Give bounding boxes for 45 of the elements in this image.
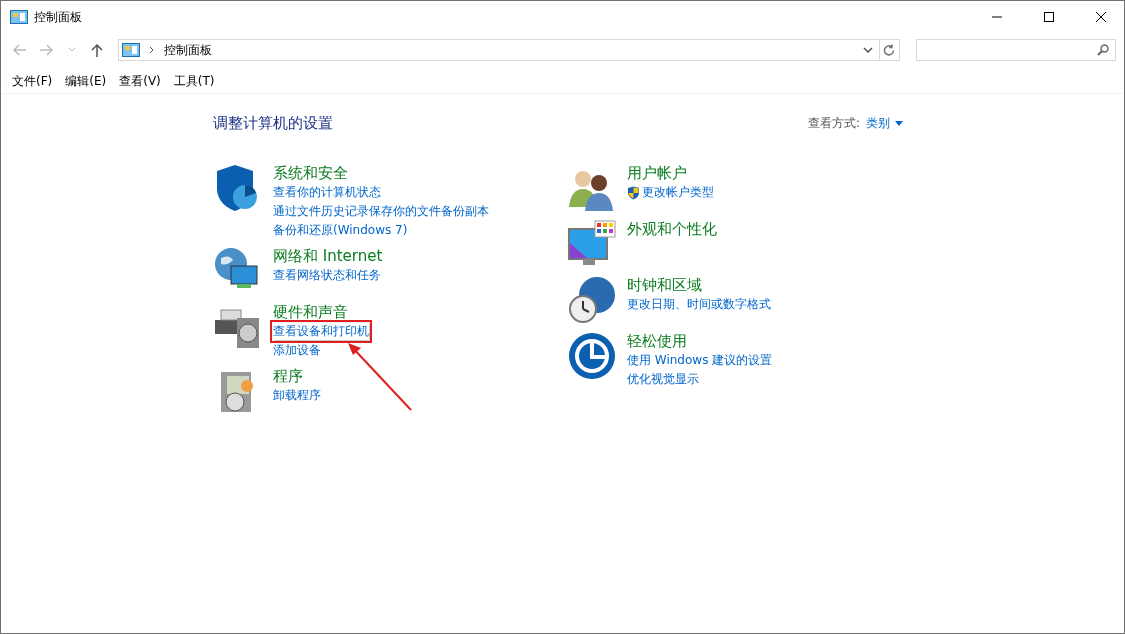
category-link[interactable]: 查看设备和打印机 bbox=[273, 323, 369, 340]
view-by-dropdown[interactable]: 类别 bbox=[866, 115, 903, 132]
breadcrumb[interactable]: 控制面板 bbox=[164, 41, 863, 59]
category-link[interactable]: 查看你的计算机状态 bbox=[273, 184, 381, 201]
menu-item[interactable]: 查看(V) bbox=[114, 70, 166, 92]
chevron-icon bbox=[149, 46, 156, 54]
forward-arrow-icon bbox=[38, 44, 53, 56]
search-icon bbox=[1097, 44, 1109, 56]
window-title: 控制面板 bbox=[34, 8, 83, 26]
category-title[interactable]: 用户帐户 bbox=[627, 163, 687, 183]
category-link[interactable]: 更改帐户类型 bbox=[642, 184, 714, 201]
back-arrow-icon bbox=[12, 44, 27, 56]
category-title[interactable]: 外观和个性化 bbox=[627, 219, 717, 239]
category-title[interactable]: 网络和 Internet bbox=[273, 246, 383, 266]
chevron-down-icon bbox=[67, 47, 76, 53]
up-arrow-icon bbox=[91, 43, 104, 57]
category-title[interactable]: 时钟和区域 bbox=[627, 275, 702, 295]
control-panel-icon bbox=[10, 10, 28, 24]
category-link[interactable]: 优化视觉显示 bbox=[627, 371, 699, 388]
menu-item[interactable]: 文件(F) bbox=[7, 70, 58, 92]
caret-icon bbox=[895, 121, 903, 126]
globe-clock-icon bbox=[567, 275, 617, 325]
category-title[interactable]: 程序 bbox=[273, 366, 303, 386]
menu-item[interactable]: 工具(T) bbox=[168, 70, 220, 92]
category-link[interactable]: 使用 Windows 建议的设置 bbox=[627, 352, 773, 369]
category-title[interactable]: 硬件和声音 bbox=[273, 302, 348, 322]
view-by-label: 查看方式: bbox=[807, 115, 860, 132]
category-link[interactable]: 卸载程序 bbox=[273, 387, 321, 404]
chevron-down-icon[interactable] bbox=[862, 47, 873, 53]
category-link[interactable]: 添加设备 bbox=[273, 342, 321, 359]
address-bar[interactable]: 控制面板 bbox=[118, 39, 900, 61]
accessibility-icon bbox=[567, 331, 617, 381]
category-link[interactable]: 查看网络状态和任务 bbox=[273, 267, 381, 284]
control-panel-icon bbox=[122, 43, 141, 57]
category-title[interactable]: 轻松使用 bbox=[627, 331, 687, 351]
category-link[interactable]: 备份和还原(Windows 7) bbox=[273, 222, 408, 239]
menu-item[interactable]: 编辑(E) bbox=[60, 70, 112, 92]
search-field[interactable] bbox=[915, 39, 1116, 61]
page-heading: 调整计算机的设置 bbox=[213, 114, 333, 133]
pointer-arrow bbox=[347, 342, 413, 412]
category-title[interactable]: 系统和安全 bbox=[273, 163, 348, 183]
category-link[interactable]: 通过文件历史记录保存你的文件备份副本 bbox=[273, 203, 489, 220]
maximize-icon bbox=[1043, 11, 1055, 23]
close-icon bbox=[1095, 11, 1107, 23]
category-link[interactable]: 更改日期、时间或数字格式 bbox=[627, 296, 771, 313]
